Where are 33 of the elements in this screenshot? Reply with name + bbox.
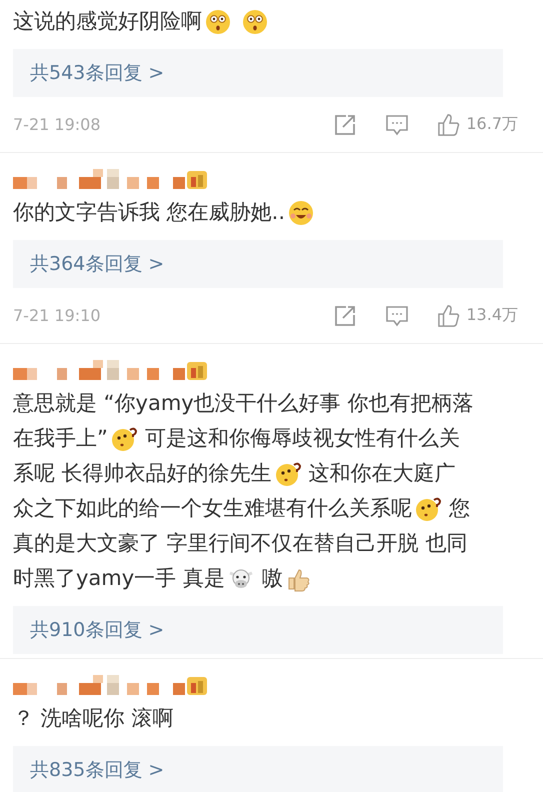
puzzled-emoji-icon: [415, 496, 441, 522]
replies-link[interactable]: 共910条回复 >: [13, 606, 503, 654]
share-icon[interactable]: [334, 114, 356, 136]
comment-text: 这说的感觉好阴险啊: [13, 8, 202, 35]
thumbs-up-icon[interactable]: [438, 304, 460, 326]
grin-emoji-icon: [288, 200, 314, 226]
comment-text: ？ 洗啥呢你 滚啊: [13, 705, 174, 732]
comment-time: 7-21 19:08: [13, 115, 101, 134]
shocked-emoji-icon: [205, 8, 231, 34]
comment-text: 系呢 长得帅衣品好的徐先生: [13, 460, 272, 487]
replies-link[interactable]: 共543条回复 >: [13, 49, 503, 97]
puzzled-emoji-icon: [110, 426, 137, 452]
like-count: 16.7万: [466, 114, 518, 135]
replies-link[interactable]: 共835条回复 >: [13, 746, 503, 792]
comment-text: 你的文字告诉我 您在威胁她..: [13, 199, 286, 226]
comment-text: 在我手上”: [13, 425, 108, 452]
comment-time: 7-21 19:10: [13, 306, 101, 325]
comment-text: 这和你在大庭广: [308, 460, 456, 487]
comment-text: 真的是大文豪了 字里行间不仅在替自己开脱 也同: [13, 530, 468, 557]
replies-link[interactable]: 共364条回复 >: [13, 240, 503, 288]
comment-text: 意思就是 “你yamy也没干什么好事 你也有把柄落: [13, 390, 474, 417]
like-count: 13.4万: [466, 305, 518, 326]
comment-icon[interactable]: [386, 114, 408, 136]
comment-text: 嗷: [262, 565, 283, 592]
comment-text: 可是这和你侮辱歧视女性有什么关: [144, 425, 460, 452]
comment-text: 时黑了yamy一手 真是: [13, 565, 225, 592]
thumbs-up-icon[interactable]: [438, 114, 460, 136]
comment-text: 众之下如此的给一个女生难堪有什么关系呢: [13, 495, 412, 522]
comment-text: 您: [449, 495, 470, 522]
shocked-emoji-icon: [242, 8, 268, 34]
comment-icon[interactable]: [386, 304, 408, 326]
puzzled-emoji-icon: [274, 460, 301, 486]
share-icon[interactable]: [334, 304, 356, 326]
